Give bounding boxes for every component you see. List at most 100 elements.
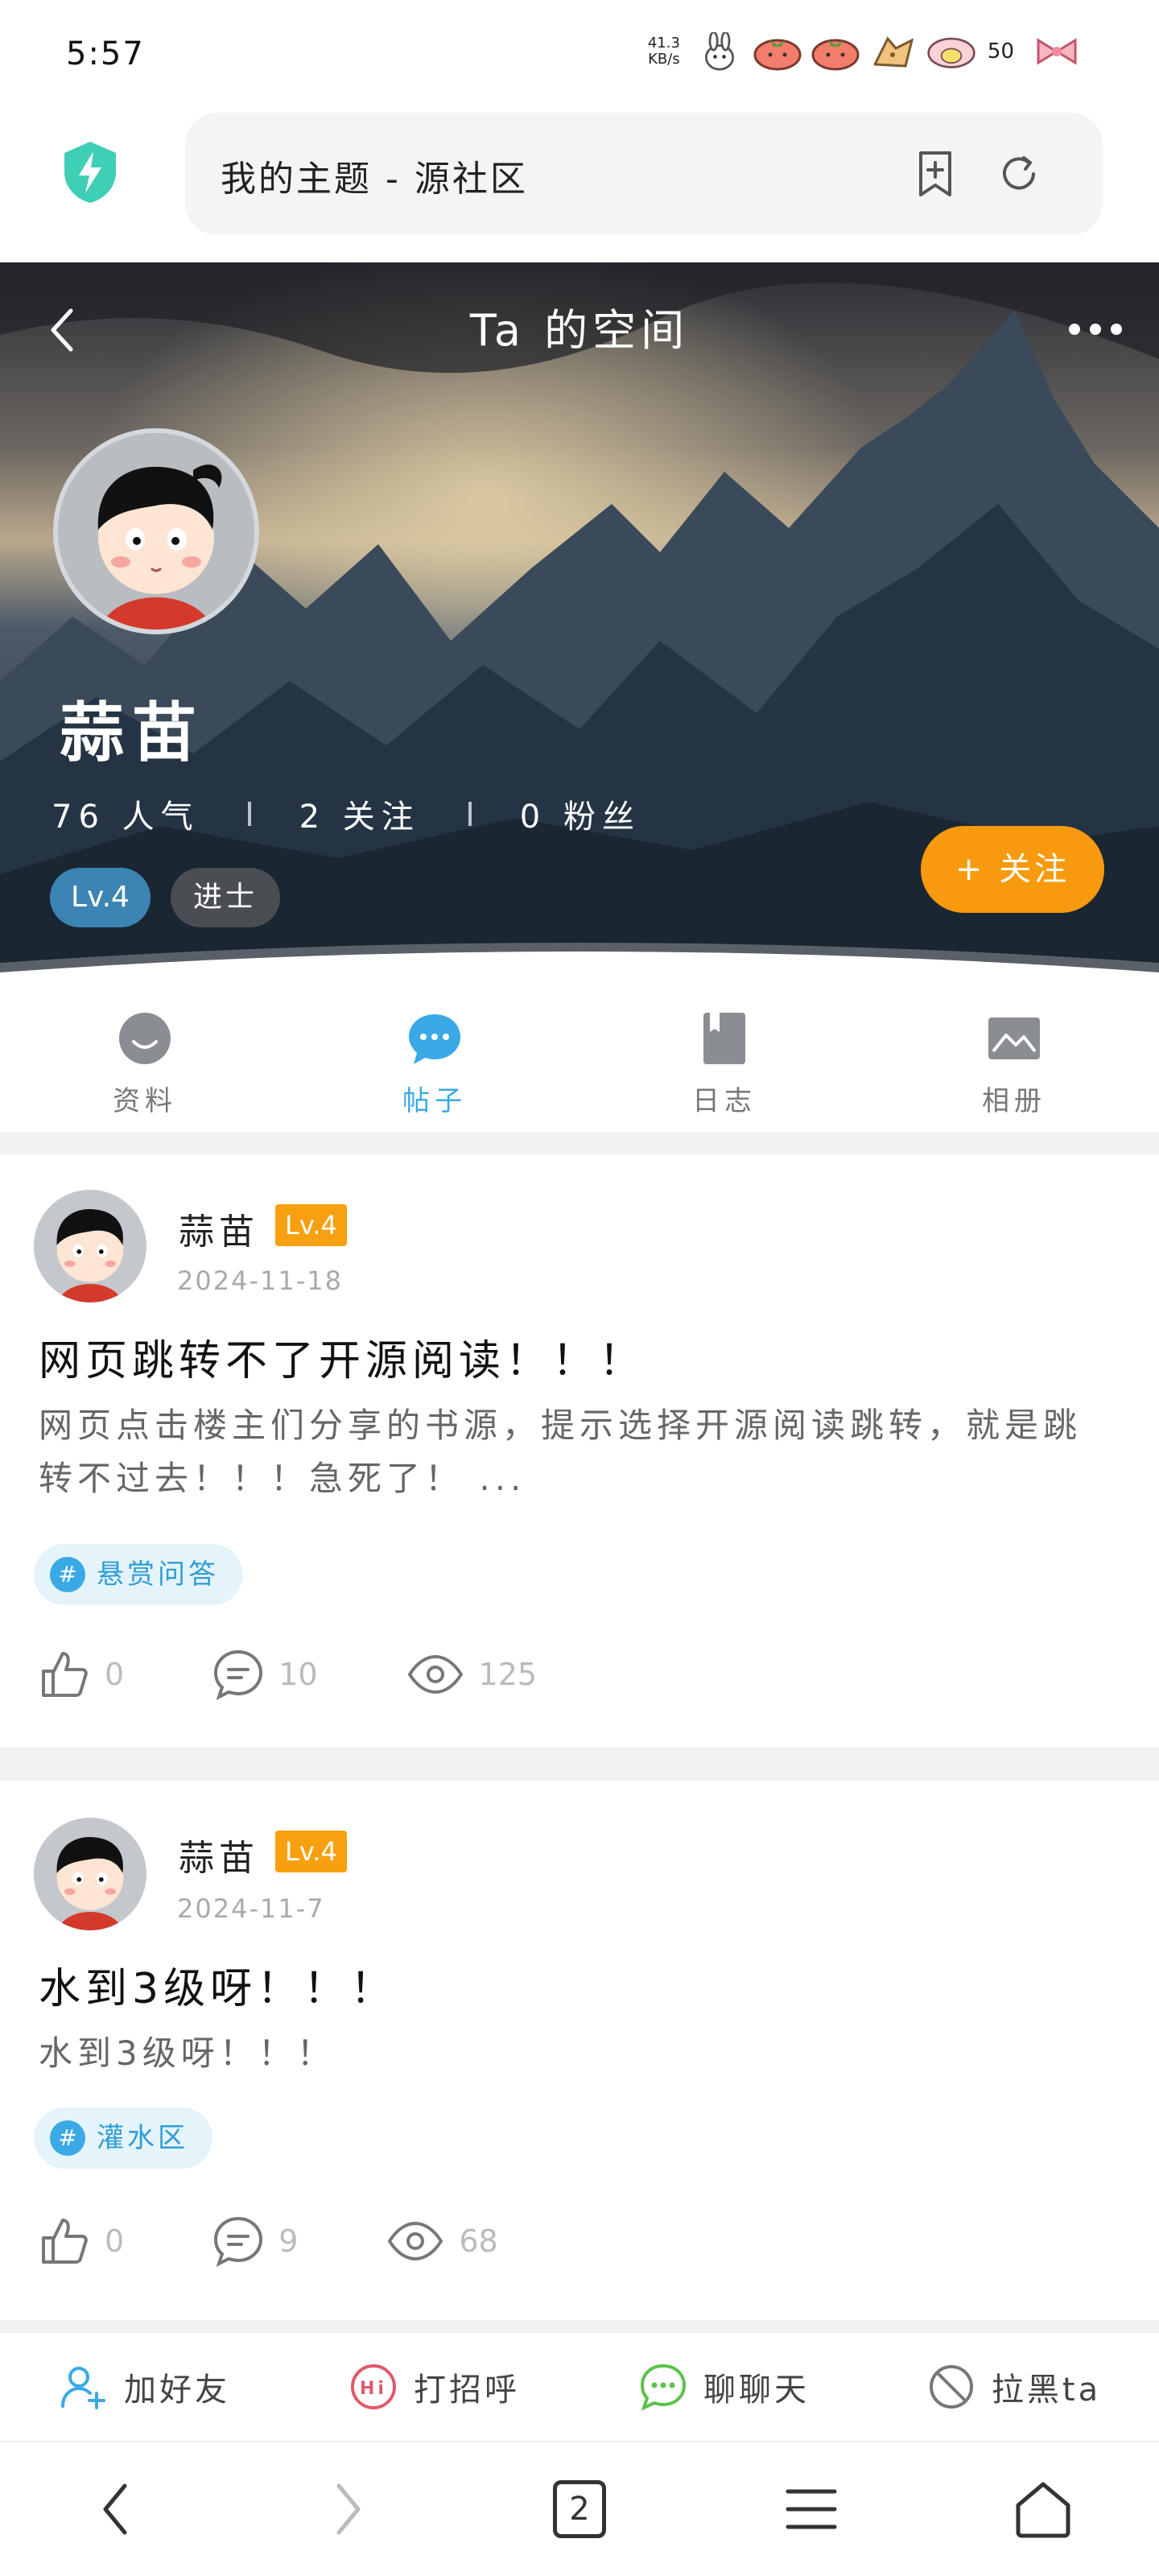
battery-level: 50 — [987, 39, 1014, 64]
tomato-sticker-icon — [811, 39, 860, 71]
post-date: 2024-11-18 — [177, 1265, 343, 1296]
divider — [468, 802, 472, 826]
pig-sticker-icon — [927, 37, 975, 68]
cartoon-boy-avatar-icon — [34, 1190, 146, 1302]
post-tag[interactable]: # 灌水区 — [34, 2107, 212, 2169]
nav-menu-button[interactable] — [695, 2442, 927, 2576]
block-icon — [929, 2365, 973, 2409]
avatar[interactable] — [34, 1190, 146, 1302]
smile-icon — [119, 1013, 171, 1064]
like-button[interactable]: 0 — [39, 1649, 124, 1700]
cartoon-boy-avatar-icon — [34, 1818, 146, 1930]
thumbs-up-icon — [42, 2219, 88, 2264]
profile-tabs: 资料 帖子 日志 相册 — [0, 995, 1159, 1132]
comment-icon — [214, 2216, 263, 2267]
refresh-icon[interactable] — [993, 148, 1045, 200]
nav-home-button[interactable] — [927, 2442, 1159, 2576]
comment-count: 9 — [278, 2223, 299, 2259]
tab-journal[interactable]: 日志 — [580, 995, 869, 1132]
level-badge: Lv.4 — [275, 1204, 347, 1246]
bow-sticker-icon — [1037, 38, 1077, 65]
more-menu-icon[interactable] — [1069, 324, 1122, 335]
tab-count-icon: 2 — [553, 2480, 606, 2538]
post-title[interactable]: 网页跳转不了开源阅读！！！ — [39, 1327, 645, 1387]
following-count[interactable]: 2 关注 — [299, 791, 420, 837]
chevron-left-icon — [103, 2483, 127, 2535]
chat-bubble-icon — [409, 1014, 460, 1064]
svg-text:Hi: Hi — [360, 2379, 387, 2399]
shield-bolt-icon[interactable] — [61, 140, 119, 204]
status-bar: 5:57 41.3 KB/s 50 — [0, 0, 1159, 105]
tab-profile-info[interactable]: 资料 — [0, 995, 290, 1132]
net-speed: 41.3 KB/s — [647, 35, 680, 68]
like-button[interactable]: 0 — [39, 2215, 124, 2267]
tab-album[interactable]: 相册 — [869, 995, 1159, 1132]
thumbs-up-icon — [42, 1652, 88, 1697]
avatar[interactable] — [34, 1818, 146, 1930]
post-card[interactable]: 蒜苗 Lv.4 2024-11-7 水到3级呀！！！ 水到3级呀！！！ # 灌水… — [0, 1781, 1159, 2320]
tag-label: 灌水区 — [97, 2122, 188, 2154]
tab-count: 2 — [569, 2491, 590, 2528]
post-excerpt[interactable]: 网页点击楼主们分享的书源，提示选择开源阅读跳转，就是跳转不过去！！！急死了！ .… — [39, 1399, 1101, 1505]
tab-label: 帖子 — [402, 1085, 467, 1117]
hamburger-menu-icon — [786, 2489, 837, 2529]
image-icon — [988, 1018, 1040, 1059]
tab-posts[interactable]: 帖子 — [290, 995, 580, 1132]
cartoon-boy-avatar-icon — [58, 433, 254, 630]
level-badge: Lv.4 — [275, 1831, 347, 1872]
comment-button[interactable]: 9 — [212, 2215, 298, 2267]
post-excerpt[interactable]: 水到3级呀！！！ — [39, 2027, 1101, 2080]
tab-label: 日志 — [692, 1085, 757, 1117]
view-count: 125 — [478, 1657, 538, 1692]
bunny-sticker-icon — [704, 32, 734, 71]
eye-icon — [407, 1654, 463, 1695]
section-divider — [0, 1747, 1159, 1781]
action-label: 聊聊天 — [703, 2372, 810, 2409]
divider — [247, 802, 251, 826]
tab-label: 相册 — [982, 1085, 1046, 1117]
browser-nav-bar: 2 — [0, 2441, 1159, 2576]
comment-button[interactable]: 10 — [212, 1649, 318, 1700]
comment-count: 10 — [278, 1657, 318, 1692]
browser-address-bar: 我的主题 - 源社区 — [0, 105, 1159, 262]
post-card[interactable]: 蒜苗 Lv.4 2024-11-18 网页跳转不了开源阅读！！！ 网页点击楼主们… — [0, 1154, 1159, 1747]
profile-action-bar: 加好友 Hi 打招呼 聊聊天 拉黑ta — [0, 2331, 1159, 2441]
follow-button[interactable]: + 关注 — [921, 826, 1104, 913]
like-count: 0 — [105, 1657, 125, 1692]
post-actions: 0 9 68 — [39, 2215, 587, 2267]
url-box[interactable]: 我的主题 - 源社区 — [185, 113, 1103, 235]
say-hi-button[interactable]: Hi 打招呼 — [290, 2333, 580, 2441]
post-tag[interactable]: # 悬赏问答 — [34, 1544, 243, 1605]
action-label: 加好友 — [124, 2372, 230, 2409]
block-user-button[interactable]: 拉黑ta — [869, 2333, 1159, 2441]
url-title: 我的主题 - 源社区 — [221, 159, 528, 200]
bookmark-note-icon — [703, 1013, 745, 1064]
view-count: 68 — [459, 2223, 498, 2259]
post-actions: 0 10 125 — [39, 1649, 625, 1700]
nav-tabs-button[interactable]: 2 — [464, 2442, 695, 2576]
views-stat: 125 — [406, 1649, 538, 1700]
like-count: 0 — [105, 2223, 125, 2259]
post-date: 2024-11-7 — [177, 1893, 325, 1924]
nav-forward-button[interactable] — [232, 2442, 464, 2576]
post-author[interactable]: 蒜苗 — [179, 1203, 259, 1254]
eye-icon — [388, 2221, 443, 2261]
post-title[interactable]: 水到3级呀！！！ — [39, 1955, 397, 2015]
hi-icon: Hi — [351, 2364, 396, 2409]
add-friend-icon — [61, 2367, 105, 2409]
tomato-sticker-icon — [753, 39, 802, 71]
add-bookmark-icon[interactable] — [909, 148, 961, 200]
followers-count[interactable]: 0 粉丝 — [520, 791, 641, 837]
nav-back-button[interactable] — [0, 2442, 232, 2576]
tab-label: 资料 — [113, 1085, 177, 1117]
avatar[interactable] — [53, 428, 259, 634]
profile-stats: 76 人气 2 关注 0 粉丝 — [52, 791, 641, 837]
status-time: 5:57 — [66, 35, 145, 72]
chat-button[interactable]: 聊聊天 — [580, 2333, 869, 2441]
views-stat: 68 — [386, 2215, 498, 2267]
add-friend-button[interactable]: 加好友 — [0, 2333, 290, 2441]
profile-hero: Ta 的空间 蒜苗 76 人气 2 关注 0 粉丝 Lv.4 进士 + 关注 — [0, 262, 1159, 995]
popularity-count: 76 人气 — [52, 799, 200, 836]
post-author[interactable]: 蒜苗 — [179, 1829, 259, 1880]
hero-wave-divider — [0, 943, 1159, 995]
